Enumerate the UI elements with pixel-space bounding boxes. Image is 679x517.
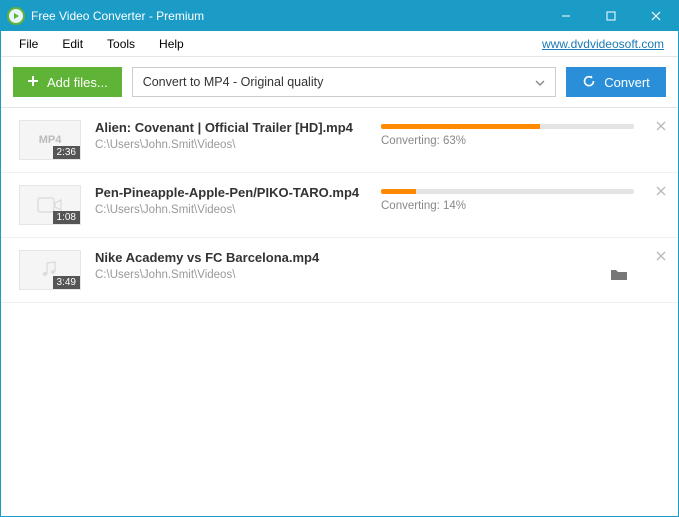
convert-label: Convert bbox=[604, 75, 650, 90]
file-path: C:\Users\John.Smit\Videos\ bbox=[95, 204, 367, 216]
format-select-label: Convert to MP4 - Original quality bbox=[143, 75, 324, 89]
maximize-button[interactable] bbox=[588, 1, 633, 31]
window-title: Free Video Converter - Premium bbox=[31, 9, 204, 23]
thumbnail: 1:08 bbox=[19, 185, 81, 225]
file-name: Pen-Pineapple-Apple-Pen/PIKO-TARO.mp4 bbox=[95, 185, 367, 200]
thumbnail: 3:49 bbox=[19, 250, 81, 290]
plus-icon bbox=[27, 75, 39, 90]
duration-badge: 1:08 bbox=[53, 211, 80, 224]
actions-area bbox=[381, 250, 664, 287]
menubar: File Edit Tools Help www.dvdvideosoft.co… bbox=[1, 31, 678, 57]
titlebar: Free Video Converter - Premium bbox=[1, 1, 678, 31]
file-info: Alien: Covenant | Official Trailer [HD].… bbox=[81, 120, 381, 151]
file-path: C:\Users\John.Smit\Videos\ bbox=[95, 269, 367, 281]
remove-item-button[interactable] bbox=[656, 118, 666, 134]
progress-area: Converting: 14% bbox=[381, 185, 664, 212]
progress-status: Converting: 63% bbox=[381, 135, 634, 147]
file-name: Alien: Covenant | Official Trailer [HD].… bbox=[95, 120, 367, 135]
menu-file[interactable]: File bbox=[7, 33, 50, 55]
minimize-button[interactable] bbox=[543, 1, 588, 31]
chevron-down-icon bbox=[535, 75, 545, 89]
file-info: Nike Academy vs FC Barcelona.mp4 C:\User… bbox=[81, 250, 381, 281]
app-logo-icon bbox=[7, 7, 25, 25]
app-window: Free Video Converter - Premium File Edit… bbox=[0, 0, 679, 517]
convert-button[interactable]: Convert bbox=[566, 67, 666, 97]
list-item[interactable]: MP4 2:36 Alien: Covenant | Official Trai… bbox=[1, 108, 678, 173]
thumbnail: MP4 2:36 bbox=[19, 120, 81, 160]
list-item[interactable]: 3:49 Nike Academy vs FC Barcelona.mp4 C:… bbox=[1, 238, 678, 303]
folder-icon[interactable] bbox=[610, 268, 628, 287]
close-button[interactable] bbox=[633, 1, 678, 31]
file-path: C:\Users\John.Smit\Videos\ bbox=[95, 139, 367, 151]
progress-status: Converting: 14% bbox=[381, 200, 634, 212]
refresh-icon bbox=[582, 74, 596, 91]
progress-fill bbox=[381, 189, 416, 194]
website-link[interactable]: www.dvdvideosoft.com bbox=[542, 37, 672, 51]
file-name: Nike Academy vs FC Barcelona.mp4 bbox=[95, 250, 367, 265]
duration-badge: 3:49 bbox=[53, 276, 80, 289]
list-item[interactable]: 1:08 Pen-Pineapple-Apple-Pen/PIKO-TARO.m… bbox=[1, 173, 678, 238]
remove-item-button[interactable] bbox=[656, 183, 666, 199]
add-files-button[interactable]: Add files... bbox=[13, 67, 122, 97]
remove-item-button[interactable] bbox=[656, 248, 666, 264]
menu-help[interactable]: Help bbox=[147, 33, 196, 55]
menu-edit[interactable]: Edit bbox=[50, 33, 95, 55]
toolbar: Add files... Convert to MP4 - Original q… bbox=[1, 57, 678, 108]
add-files-label: Add files... bbox=[47, 75, 108, 90]
file-list: MP4 2:36 Alien: Covenant | Official Trai… bbox=[1, 108, 678, 516]
progress-bar bbox=[381, 124, 634, 129]
duration-badge: 2:36 bbox=[53, 146, 80, 159]
file-info: Pen-Pineapple-Apple-Pen/PIKO-TARO.mp4 C:… bbox=[81, 185, 381, 216]
menu-tools[interactable]: Tools bbox=[95, 33, 147, 55]
format-select[interactable]: Convert to MP4 - Original quality bbox=[132, 67, 556, 97]
progress-bar bbox=[381, 189, 634, 194]
progress-area: Converting: 63% bbox=[381, 120, 664, 147]
thumb-mp4-label: MP4 bbox=[39, 134, 62, 146]
progress-fill bbox=[381, 124, 540, 129]
